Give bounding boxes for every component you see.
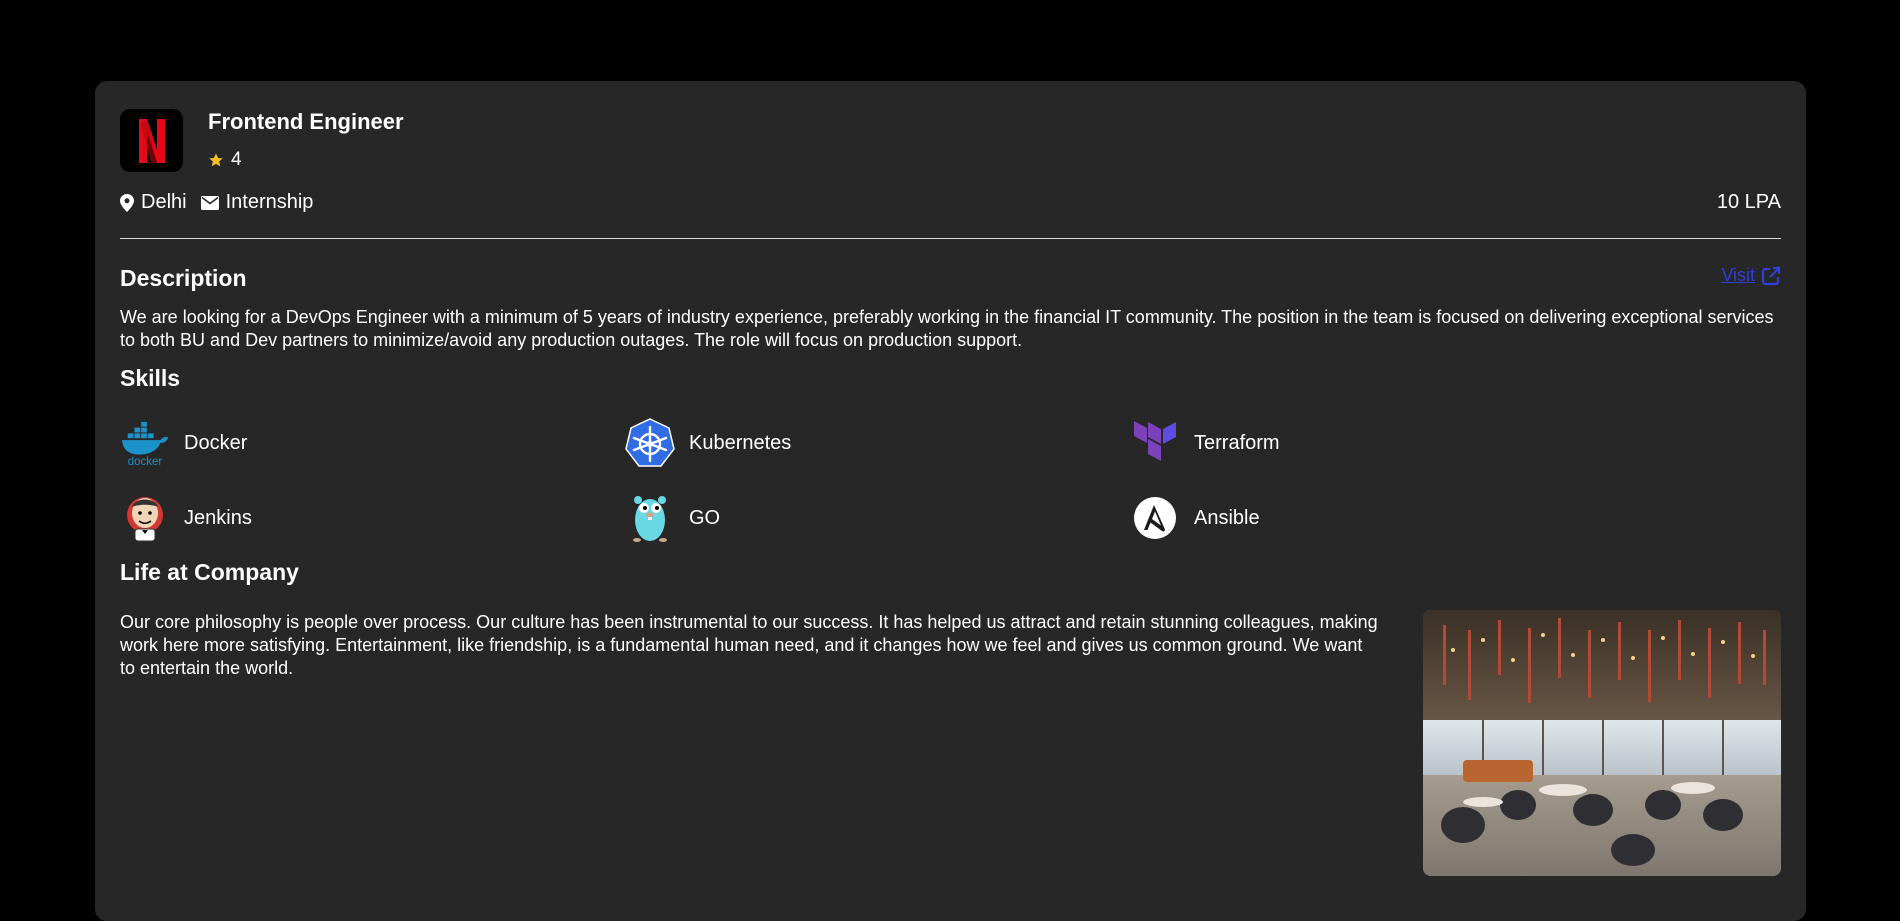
envelope-icon: [200, 195, 219, 210]
location: Delhi: [120, 191, 187, 214]
skill-item-kubernetes: Kubernetes: [625, 418, 791, 468]
skill-item-ansible: Ansible: [1130, 493, 1260, 543]
skill-label: Kubernetes: [689, 431, 792, 454]
job-meta: Delhi Internship: [120, 191, 327, 214]
go-gopher-icon: [625, 493, 675, 543]
office-photo: [1423, 610, 1781, 876]
skill-label: GO: [689, 506, 721, 529]
skills-heading: Skills: [120, 365, 181, 391]
location-label: Delhi: [141, 191, 187, 213]
ansible-icon: [1130, 493, 1180, 543]
visit-link[interactable]: Visit: [1721, 265, 1781, 286]
salary: 10 LPA: [1716, 191, 1781, 213]
location-pin-icon: [120, 193, 134, 212]
external-link-icon: [1761, 266, 1781, 285]
visit-label: Visit: [1721, 265, 1755, 285]
svg-text:docker: docker: [128, 456, 163, 467]
skill-item-terraform: Terraform: [1130, 418, 1280, 468]
job-title: Frontend Engineer: [208, 109, 404, 134]
divider: [120, 238, 1781, 239]
netflix-logo-icon: [138, 118, 165, 163]
job-details-card: Frontend Engineer 4 Delhi Internship 10 …: [95, 81, 1806, 921]
jenkins-icon: [120, 493, 170, 543]
rating-value: 4: [231, 149, 242, 170]
skill-item-docker: docker Docker: [120, 418, 247, 468]
terraform-icon: [1130, 418, 1180, 468]
life-at-company-heading: Life at Company: [120, 559, 299, 585]
kubernetes-icon: [625, 418, 675, 468]
company-logo: [120, 109, 183, 172]
skill-label: Ansible: [1194, 506, 1260, 529]
rating: 4: [208, 149, 242, 171]
docker-icon: docker: [120, 418, 170, 468]
skill-label: Docker: [184, 431, 248, 454]
skill-label: Jenkins: [184, 506, 252, 529]
employment-type-label: Internship: [225, 191, 314, 213]
skill-item-jenkins: Jenkins: [120, 493, 252, 543]
description-heading: Description: [120, 265, 247, 291]
employment-type: Internship: [200, 191, 314, 214]
description-text: We are looking for a DevOps Engineer wit…: [120, 307, 1774, 350]
skill-label: Terraform: [1194, 431, 1280, 454]
skill-item-go: GO: [625, 493, 720, 543]
star-icon: [209, 153, 223, 167]
life-at-company-text: Our core philosophy is people over proce…: [120, 612, 1378, 678]
